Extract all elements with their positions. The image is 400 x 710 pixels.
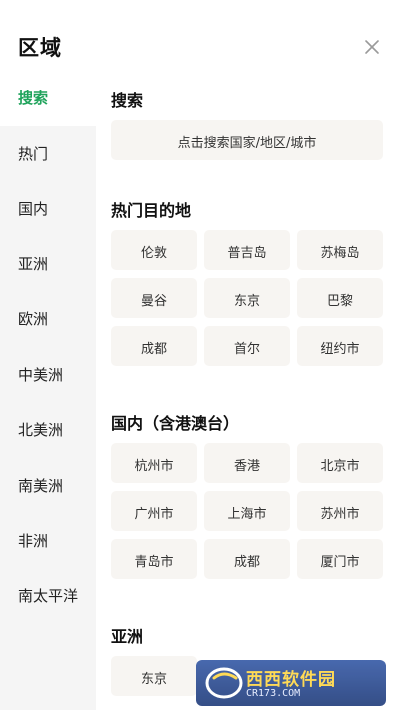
destination-chip[interactable]: 香港	[204, 443, 290, 483]
destination-chip[interactable]: 东京	[204, 278, 290, 318]
region-page: 区域 搜索 热门 国内 亚洲 欧洲 中美洲 北美洲 南美洲 非洲 南太平洋 搜索…	[0, 0, 400, 710]
sidebar-item-label: 热门	[18, 145, 49, 163]
destination-chip[interactable]: 曼谷	[111, 278, 197, 318]
sidebar-item-label: 非洲	[18, 532, 49, 550]
destination-chip[interactable]: 首尔	[204, 326, 290, 366]
destination-chip[interactable]: 厦门市	[297, 539, 383, 579]
sidebar-item-label: 亚洲	[18, 255, 49, 273]
sidebar-item-label: 南美洲	[18, 477, 64, 495]
destination-chip[interactable]: 成都	[111, 326, 197, 366]
sidebar-item-central-america[interactable]: 中美洲	[0, 347, 96, 402]
destination-chip[interactable]: 青岛市	[111, 539, 197, 579]
close-icon	[365, 40, 379, 54]
sidebar-item-label: 欧洲	[18, 310, 49, 328]
destination-chip[interactable]: 北京市	[297, 443, 383, 483]
destination-chip[interactable]: 纽约市	[297, 326, 383, 366]
sidebar-item-hot[interactable]: 热门	[0, 126, 96, 181]
section-title-search: 搜索	[111, 91, 144, 110]
sidebar-item-label: 北美洲	[18, 421, 64, 439]
section-title-hot: 热门目的地	[111, 201, 192, 220]
sidebar-item-south-america[interactable]: 南美洲	[0, 458, 96, 513]
section-title-asia: 亚洲	[111, 627, 144, 646]
header: 区域	[0, 0, 400, 70]
sidebar-item-south-pacific[interactable]: 南太平洋	[0, 568, 96, 623]
sidebar-item-africa[interactable]: 非洲	[0, 513, 96, 568]
search-placeholder: 点击搜索国家/地区/城市	[177, 136, 317, 151]
sidebar-item-europe[interactable]: 欧洲	[0, 291, 96, 346]
sidebar-item-domestic[interactable]: 国内	[0, 181, 96, 236]
watermark-logo: 西西软件园 CR173.COM	[196, 660, 386, 706]
destination-chip[interactable]: 苏州市	[297, 491, 383, 531]
destination-chip[interactable]: 巴黎	[297, 278, 383, 318]
destination-chip[interactable]: 广州市	[111, 491, 197, 531]
destination-chip[interactable]: 普吉岛	[204, 230, 290, 270]
destination-chip[interactable]: 东京	[111, 656, 197, 696]
watermark-emblem-icon	[205, 667, 243, 699]
sidebar-item-search[interactable]: 搜索	[0, 70, 96, 125]
page-title: 区域	[18, 36, 62, 60]
destination-chip[interactable]: 成都	[204, 539, 290, 579]
close-button[interactable]	[360, 35, 384, 59]
watermark-text: 西西软件园	[246, 670, 336, 690]
sidebar-item-label: 国内	[18, 200, 49, 218]
region-sidebar: 搜索 热门 国内 亚洲 欧洲 中美洲 北美洲 南美洲 非洲 南太平洋	[0, 70, 96, 710]
region-content: 搜索 点击搜索国家/地区/城市 热门目的地 伦敦 普吉岛 苏梅岛 曼谷 东京 巴…	[96, 70, 400, 710]
sidebar-item-label: 中美洲	[18, 366, 64, 384]
sidebar-item-label: 搜索	[18, 89, 49, 107]
destination-chip[interactable]: 上海市	[204, 491, 290, 531]
sidebar-item-asia[interactable]: 亚洲	[0, 236, 96, 291]
sidebar-item-north-america[interactable]: 北美洲	[0, 402, 96, 457]
watermark-subtext: CR173.COM	[246, 688, 301, 699]
destination-chip[interactable]: 杭州市	[111, 443, 197, 483]
search-input[interactable]: 点击搜索国家/地区/城市	[111, 120, 383, 160]
destination-chip[interactable]: 苏梅岛	[297, 230, 383, 270]
sidebar-item-label: 南太平洋	[18, 587, 79, 605]
section-title-domestic: 国内（含港澳台）	[111, 414, 240, 433]
destination-chip[interactable]: 伦敦	[111, 230, 197, 270]
